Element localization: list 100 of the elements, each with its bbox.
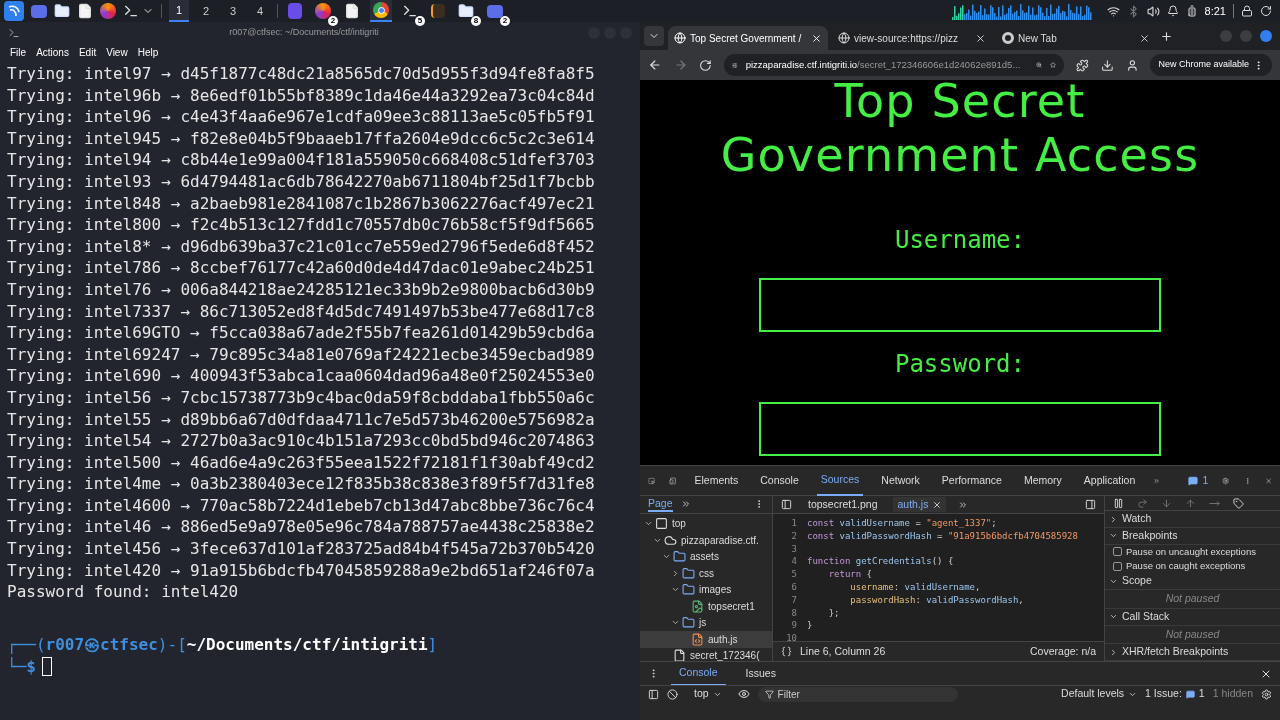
browser-tab[interactable]: view-source:https://pizz	[832, 26, 992, 50]
browser-icon[interactable]	[315, 3, 331, 19]
checkbox[interactable]	[1113, 561, 1122, 571]
browser-icon[interactable]	[100, 3, 116, 19]
format-icon[interactable]	[781, 646, 792, 657]
extensions-icon[interactable]	[1076, 58, 1089, 72]
window-control[interactable]	[1260, 30, 1272, 42]
tree-item[interactable]: images	[640, 581, 772, 599]
tree-item[interactable]: css	[640, 565, 772, 582]
folder-icon[interactable]	[458, 3, 474, 19]
settings-icon[interactable]	[1222, 474, 1230, 487]
menu-item[interactable]: Edit	[78, 44, 97, 60]
terminal-icon[interactable]	[402, 3, 418, 19]
device-icon[interactable]	[669, 474, 677, 487]
close-icon[interactable]	[975, 32, 986, 44]
collapsed-icon[interactable]	[671, 568, 680, 578]
workspace-button[interactable]: 2	[196, 0, 216, 22]
desktop-icon[interactable]	[31, 4, 47, 18]
levels-select[interactable]: Default levels	[1061, 686, 1138, 702]
issues-counter[interactable]: 1	[1188, 472, 1209, 489]
download-icon[interactable]	[1100, 58, 1114, 72]
wifi-icon[interactable]	[1106, 4, 1120, 18]
battery-icon[interactable]	[1185, 5, 1198, 17]
desktop-icon[interactable]	[487, 4, 503, 18]
settings-icon[interactable]	[1261, 688, 1272, 700]
section-header[interactable]: Scope	[1105, 573, 1280, 591]
tree-item[interactable]: assets	[640, 548, 772, 566]
workspace-button[interactable]: 4	[250, 0, 270, 22]
clock[interactable]: 8:21	[1204, 2, 1226, 20]
toggle-debugger-icon[interactable]	[1085, 499, 1096, 510]
update-button[interactable]: New Chrome available	[1150, 54, 1272, 76]
devtools-tab[interactable]: Sources	[816, 465, 864, 496]
section-header[interactable]: Call Stack	[1105, 608, 1280, 626]
sidebar-icon[interactable]	[648, 688, 659, 700]
menu-item[interactable]: Actions	[36, 44, 69, 60]
navigator-tab[interactable]: Page	[648, 496, 673, 513]
eye-icon[interactable]	[737, 688, 750, 700]
address-bar[interactable]: pizzaparadise.ctf.intigriti.io/secret_172346606e1d24062e891d5...	[724, 54, 1065, 76]
bookmark-icon[interactable]	[1050, 59, 1057, 71]
menu-item[interactable]: Help	[137, 44, 159, 60]
lock-icon[interactable]	[1241, 5, 1253, 17]
step-into-icon[interactable]	[1161, 497, 1172, 509]
menu-item[interactable]: File	[10, 44, 27, 60]
file-tab[interactable]: topsecret1.png	[804, 496, 882, 513]
devtools-tab[interactable]: Performance	[937, 465, 1006, 496]
document-icon[interactable]	[344, 3, 360, 19]
checkbox-row[interactable]: Pause on caught exceptions	[1105, 559, 1280, 574]
bell-icon[interactable]	[1166, 5, 1179, 17]
forward-icon[interactable]	[673, 58, 688, 72]
tree-item[interactable]: auth.js	[640, 631, 772, 648]
workspace-button[interactable]: 1	[169, 0, 189, 22]
close-icon[interactable]	[932, 499, 943, 510]
devtools-tab[interactable]: Network	[877, 465, 924, 496]
browser-tab[interactable]: Top Secret Government /	[668, 26, 828, 50]
profile-icon[interactable]	[1125, 58, 1139, 72]
more-tabs-icon[interactable]	[680, 499, 691, 510]
devtools-tab[interactable]: Elements	[690, 465, 743, 496]
menu-item[interactable]: View	[106, 44, 128, 60]
new-tab-icon[interactable]	[1160, 29, 1173, 43]
toggle-navigator-icon[interactable]	[781, 499, 792, 510]
tree-item[interactable]: topsecret1	[640, 598, 772, 615]
file-tab[interactable]: auth.js	[893, 496, 947, 513]
tree-item[interactable]: secret_172346(	[640, 647, 772, 661]
more-tabs-icon[interactable]	[958, 499, 969, 510]
folder-icon[interactable]	[54, 3, 70, 19]
browser-icon[interactable]	[373, 2, 389, 18]
dragon-icon[interactable]	[4, 1, 24, 21]
devtools-tab[interactable]: Application	[1079, 465, 1140, 496]
filter-field[interactable]: Filter	[757, 686, 958, 702]
step-over-icon[interactable]	[1137, 497, 1148, 509]
checkbox-row[interactable]: Pause on uncaught exceptions	[1105, 544, 1280, 560]
document-icon[interactable]	[77, 3, 93, 19]
step-out-icon[interactable]	[1185, 497, 1196, 509]
context-select[interactable]: top	[686, 686, 730, 702]
tree-item[interactable]: pizzaparadise.ctf.	[640, 532, 772, 549]
section-header[interactable]: XHR/fetch Breakpoints	[1105, 644, 1280, 661]
input-field[interactable]	[759, 402, 1161, 456]
zoom-icon[interactable]	[1036, 59, 1043, 71]
pause-icon[interactable]	[1113, 497, 1124, 509]
drawer-tab[interactable]: Console	[671, 661, 726, 686]
clear-icon[interactable]	[667, 688, 678, 700]
drawer-tab[interactable]: Issues	[737, 661, 784, 686]
close-icon[interactable]	[811, 32, 822, 44]
tab-search-button[interactable]	[644, 26, 664, 46]
volume-icon[interactable]	[1146, 4, 1160, 18]
editor-icon[interactable]	[431, 4, 445, 18]
close-icon[interactable]	[1139, 32, 1150, 44]
back-icon[interactable]	[648, 58, 662, 72]
checkbox[interactable]	[1113, 547, 1122, 557]
browser-tab[interactable]: New Tab	[996, 26, 1156, 50]
terminal-icon[interactable]	[123, 3, 139, 19]
reload-icon[interactable]	[699, 58, 713, 72]
devtools-tab[interactable]: Memory	[1019, 465, 1066, 496]
section-header[interactable]: Breakpoints	[1105, 528, 1280, 545]
input-field[interactable]	[759, 278, 1161, 332]
tree-item[interactable]: js	[640, 614, 772, 632]
workspace-button[interactable]: 3	[223, 0, 243, 22]
tree-item[interactable]: top	[640, 515, 772, 533]
issues-link[interactable]: 1 Issue: 1	[1145, 686, 1205, 702]
devtools-tab[interactable]: Console	[756, 465, 803, 496]
